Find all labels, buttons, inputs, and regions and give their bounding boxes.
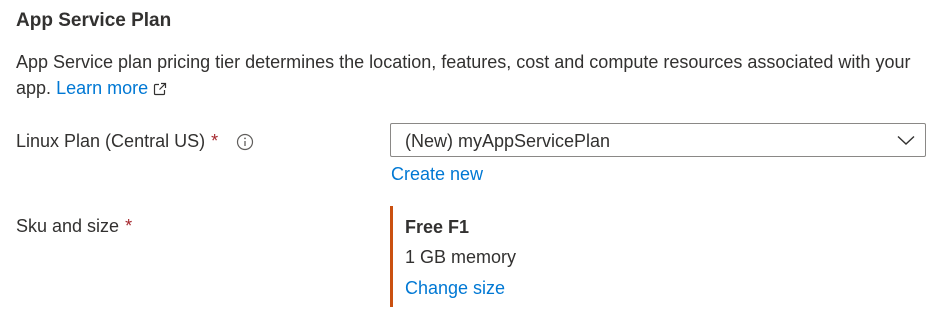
- external-link-icon: [153, 77, 167, 103]
- required-marker: *: [125, 216, 133, 236]
- sku-memory: 1 GB memory: [405, 247, 517, 267]
- linux-plan-label: Linux Plan (Central US): [16, 131, 206, 151]
- learn-more-link[interactable]: Learn more: [56, 78, 167, 98]
- section-description: App Service plan pricing tier determines…: [16, 49, 921, 103]
- info-icon[interactable]: [236, 132, 254, 151]
- sku-label-row: Sku and size *: [16, 213, 132, 239]
- create-new-link[interactable]: Create new: [391, 161, 483, 187]
- linux-plan-selected-value: (New) myAppServicePlan: [405, 131, 611, 151]
- change-size-link[interactable]: Change size: [405, 275, 505, 301]
- sku-summary: Free F1 1 GB memory Change size: [390, 206, 516, 307]
- required-marker: *: [211, 131, 219, 151]
- chevron-down-icon: [897, 133, 915, 147]
- section-title: App Service Plan: [16, 10, 172, 31]
- linux-plan-dropdown[interactable]: (New) myAppServicePlan: [390, 123, 926, 157]
- learn-more-label: Learn more: [56, 78, 149, 98]
- sku-name: Free F1: [405, 217, 470, 237]
- linux-plan-label-row: Linux Plan (Central US) *: [16, 128, 254, 154]
- sku-label: Sku and size: [16, 216, 120, 236]
